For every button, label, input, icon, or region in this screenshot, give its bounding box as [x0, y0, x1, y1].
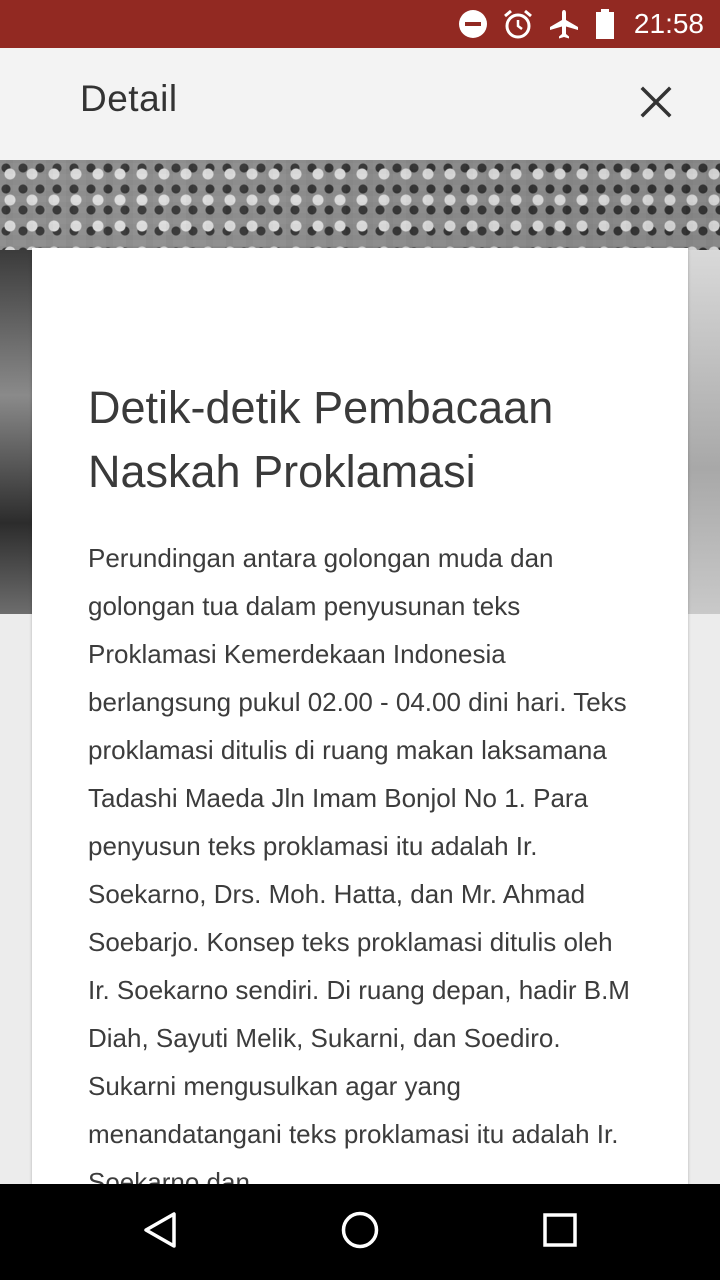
recents-button[interactable] — [532, 1204, 588, 1260]
app-bar: Detail — [0, 48, 720, 160]
photo-left-edge — [0, 250, 34, 614]
screen: 21:58 Detail Detik-detik Pembacaan Naska… — [0, 0, 720, 1280]
home-button[interactable] — [332, 1204, 388, 1260]
alarm-icon — [502, 8, 534, 40]
page-title: Detail — [80, 78, 178, 119]
close-icon — [639, 85, 673, 124]
status-bar: 21:58 — [0, 0, 720, 48]
back-button[interactable] — [132, 1204, 188, 1260]
status-time: 21:58 — [633, 8, 704, 39]
recents-icon — [540, 1210, 580, 1255]
article-body: Perundingan antara golongan muda dan gol… — [88, 543, 630, 1184]
article-title: Detik-detik Pembacaan Naskah Proklamasi — [88, 382, 554, 497]
crowd-photo-strip — [0, 160, 720, 250]
navigation-bar — [0, 1184, 720, 1280]
back-icon — [140, 1210, 180, 1255]
close-button[interactable] — [632, 78, 680, 130]
status-icons: 21:58 — [458, 0, 704, 48]
airplane-mode-icon — [548, 8, 580, 40]
article-card[interactable]: Detik-detik Pembacaan Naskah Proklamasi … — [32, 248, 688, 1184]
battery-icon — [594, 8, 616, 40]
home-icon — [340, 1210, 380, 1255]
do-not-disturb-icon — [458, 9, 488, 39]
